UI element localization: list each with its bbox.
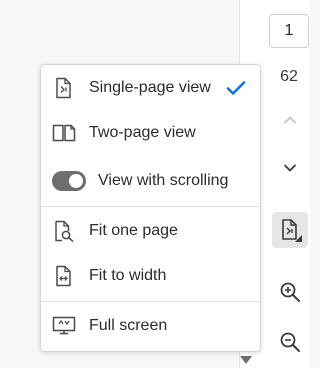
- previous-page-button[interactable]: [272, 102, 308, 138]
- menu-divider: [41, 206, 260, 207]
- zoom-out-button[interactable]: [272, 324, 308, 360]
- menu-item-label: Fit one page: [89, 222, 178, 239]
- toggle-knob: [69, 174, 83, 188]
- next-page-button[interactable]: [272, 150, 308, 186]
- menu-divider: [41, 301, 260, 302]
- fit-width-icon: [52, 264, 76, 288]
- menu-item-view-with-scrolling[interactable]: View with scrolling: [41, 161, 260, 201]
- scrolling-toggle-switch[interactable]: [52, 171, 86, 191]
- page-number-input[interactable]: 1: [269, 14, 309, 48]
- menu-item-single-page[interactable]: Single-page view: [41, 68, 260, 108]
- menu-item-label: Fit to width: [89, 267, 167, 284]
- menu-item-label: Single-page view: [89, 79, 211, 96]
- caret-down-icon: [240, 356, 252, 364]
- menu-item-fit-to-width[interactable]: Fit to width: [41, 256, 260, 296]
- single-page-icon: [52, 76, 76, 100]
- checkmark-icon: [226, 81, 246, 95]
- zoom-in-icon: [280, 282, 300, 302]
- chevron-down-icon: [284, 164, 296, 172]
- total-pages: 62: [280, 68, 298, 85]
- zoom-out-icon: [280, 332, 300, 352]
- menu-item-label: View with scrolling: [98, 172, 229, 189]
- chevron-up-icon: [284, 116, 296, 124]
- menu-item-full-screen[interactable]: Full screen: [41, 306, 260, 346]
- page-display-menu: Single-page view Two-page view View with…: [40, 64, 261, 352]
- current-page-value: 1: [284, 22, 294, 39]
- menu-item-fit-one-page[interactable]: Fit one page: [41, 211, 260, 251]
- menu-item-label: Two-page view: [89, 124, 196, 141]
- menu-item-two-page[interactable]: Two-page view: [41, 113, 260, 153]
- page-display-icon: [282, 219, 302, 242]
- two-page-icon: [52, 121, 76, 145]
- full-screen-icon: [52, 314, 76, 338]
- fit-page-icon: [52, 219, 76, 243]
- zoom-in-button[interactable]: [272, 274, 308, 310]
- menu-item-label: Full screen: [89, 317, 168, 334]
- page-display-button[interactable]: [272, 212, 308, 248]
